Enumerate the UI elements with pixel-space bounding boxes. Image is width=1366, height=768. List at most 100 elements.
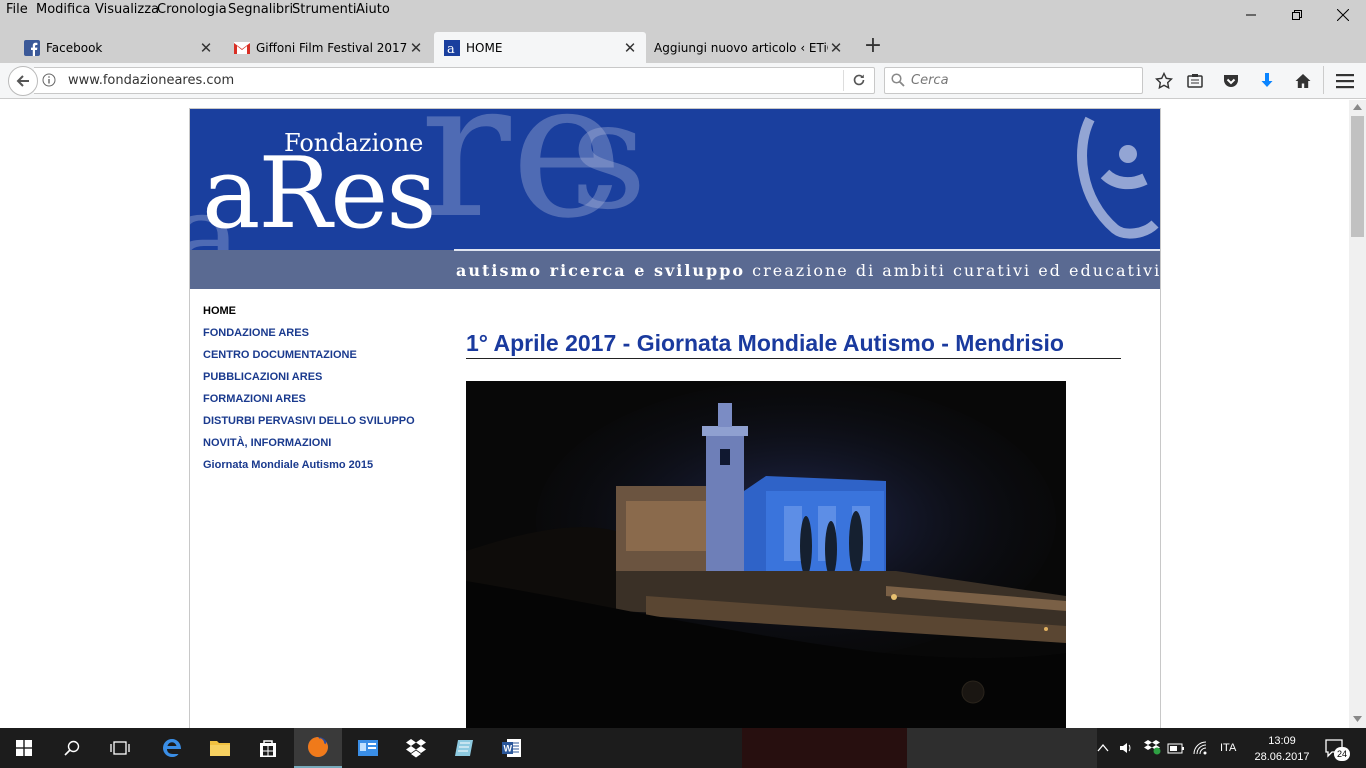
- word-icon: W: [502, 739, 521, 757]
- clock-date: 28.06.2017: [1254, 751, 1310, 763]
- nav-item-pubblicazioni-ares[interactable]: PUBBLICAZIONI ARES: [203, 369, 443, 391]
- menu-aiuto[interactable]: Aiuto: [356, 2, 390, 17]
- menu-strumenti[interactable]: Strumenti: [292, 2, 357, 17]
- restore-icon: [1292, 10, 1302, 20]
- edge-icon: [163, 739, 181, 757]
- home-button[interactable]: [1292, 70, 1314, 92]
- start-button[interactable]: [0, 728, 48, 768]
- reload-icon[interactable]: [852, 73, 866, 87]
- battery-icon[interactable]: [1167, 741, 1185, 755]
- banner-bg-letters: s: [570, 109, 647, 243]
- taskbar-store[interactable]: [244, 728, 292, 768]
- dropbox-tray-icon[interactable]: [1143, 739, 1161, 755]
- tray-chevron-up-icon[interactable]: [1097, 743, 1109, 753]
- taskbar-word[interactable]: W: [488, 728, 536, 768]
- notes-icon: [455, 740, 473, 756]
- nav-item-novita-informazioni[interactable]: NOVITÀ, INFORMAZIONI: [203, 435, 443, 457]
- svg-text:a: a: [447, 42, 455, 56]
- taskbar-app-blue[interactable]: [344, 728, 392, 768]
- windows-logo-icon: [16, 740, 32, 756]
- taskbar-firefox[interactable]: [294, 728, 342, 768]
- site-banner[interactable]: re s a Fondazione aRes autismo ricerca e…: [190, 109, 1160, 289]
- nav-item-fondazione-ares[interactable]: FONDAZIONE ARES: [203, 325, 443, 347]
- wifi-icon[interactable]: [1192, 740, 1208, 756]
- pocket-icon: [1224, 75, 1238, 87]
- bookmarks-library-button[interactable]: [1184, 70, 1206, 92]
- menu-visualizza[interactable]: Visualizza: [95, 2, 159, 17]
- tab-close-icon[interactable]: ✕: [408, 39, 424, 57]
- notification-count: 24: [1334, 747, 1350, 761]
- pocket-button[interactable]: [1220, 70, 1242, 92]
- tab-label: Aggiungi nuovo articolo ‹ ETiCin: [654, 40, 828, 55]
- taskbar-app-notes[interactable]: [440, 728, 488, 768]
- menu-bar: File Modifica Visualizza Cronologia Segn…: [0, 0, 1366, 30]
- toolbar-divider: [1323, 66, 1324, 94]
- url-text[interactable]: www.fondazioneares.com: [68, 73, 234, 88]
- taskbar-wallpaper-peek: [742, 728, 907, 768]
- tab-aggiungi-articolo[interactable]: Aggiungi nuovo articolo ‹ ETiCin ✕: [646, 32, 852, 63]
- tab-facebook[interactable]: Facebook ✕: [0, 32, 222, 63]
- logo-ares: aRes: [202, 137, 437, 251]
- tab-close-icon[interactable]: ✕: [622, 39, 638, 57]
- menu-modifica[interactable]: Modifica: [36, 2, 90, 17]
- svg-text:W: W: [504, 744, 513, 754]
- close-window-button[interactable]: [1320, 0, 1366, 30]
- info-icon[interactable]: [42, 73, 56, 87]
- nav-item-home[interactable]: HOME: [203, 303, 443, 325]
- taskbar-clock[interactable]: 13:09 28.06.2017: [1252, 733, 1312, 765]
- contact-card-icon: [358, 740, 378, 756]
- search-icon: [64, 740, 80, 756]
- hamburger-icon: [1336, 74, 1354, 89]
- scroll-down-icon[interactable]: [1353, 716, 1362, 722]
- tab-label: Facebook: [46, 40, 103, 55]
- facebook-icon: [24, 39, 40, 56]
- nav-item-centro-documentazione[interactable]: CENTRO DOCUMENTAZIONE: [203, 347, 443, 369]
- church-night-image: [466, 381, 1066, 728]
- tagline-rest: creazione di ambiti curativi ed educativ…: [745, 261, 1160, 280]
- menu-hamburger-button[interactable]: [1334, 70, 1356, 92]
- downloads-button[interactable]: [1256, 70, 1278, 92]
- scroll-up-icon[interactable]: [1353, 104, 1362, 110]
- gmail-icon: [234, 41, 250, 54]
- back-button[interactable]: [8, 66, 38, 96]
- tab-close-icon[interactable]: ✕: [828, 39, 844, 57]
- site-sidebar-nav: HOME FONDAZIONE ARES CENTRO DOCUMENTAZIO…: [203, 303, 443, 479]
- url-divider: [843, 70, 844, 91]
- tab-home[interactable]: a HOME ✕: [434, 32, 646, 63]
- new-tab-button[interactable]: +: [860, 32, 886, 60]
- minimize-button[interactable]: [1228, 0, 1274, 30]
- nav-item-formazioni-ares[interactable]: FORMAZIONI ARES: [203, 391, 443, 413]
- scrollbar-thumb[interactable]: [1351, 116, 1364, 237]
- bookmark-star-button[interactable]: [1153, 70, 1175, 92]
- volume-icon[interactable]: [1118, 740, 1134, 756]
- church-photo: [466, 381, 1066, 728]
- ares-icon: a: [444, 39, 460, 56]
- menu-segnalibri[interactable]: Segnalibri: [228, 2, 293, 17]
- search-icon: [891, 73, 905, 87]
- input-language[interactable]: ITA: [1220, 742, 1236, 754]
- clock-time: 13:09: [1268, 735, 1296, 747]
- page-title: 1° Aprile 2017 - Giornata Mondiale Autis…: [466, 330, 1121, 359]
- action-center-button[interactable]: 24: [1322, 736, 1352, 762]
- taskbar-dropbox[interactable]: [392, 728, 440, 768]
- taskbar-edge[interactable]: [148, 728, 196, 768]
- tagline-bold: autismo ricerca e sviluppo: [456, 261, 746, 280]
- minimize-icon: [1246, 14, 1256, 16]
- nav-item-giornata-mondiale-2015[interactable]: Giornata Mondiale Autismo 2015: [203, 457, 443, 479]
- task-view-button[interactable]: [96, 728, 144, 768]
- restore-button[interactable]: [1274, 0, 1320, 30]
- tab-strip: Facebook ✕ Giffoni Film Festival 2017 - …: [0, 30, 1366, 63]
- menu-cronologia[interactable]: Cronologia: [157, 2, 227, 17]
- task-view-icon: [110, 741, 130, 755]
- taskbar-file-explorer[interactable]: [196, 728, 244, 768]
- menu-file[interactable]: File: [6, 2, 28, 17]
- home-icon: [1295, 74, 1311, 88]
- nav-item-disturbi-pervasivi[interactable]: DISTURBI PERVASIVI DELLO SVILUPPO: [203, 413, 443, 435]
- taskbar-wallpaper-peek: [907, 728, 1097, 768]
- tab-giffoni[interactable]: Giffoni Film Festival 2017 - U ✕: [210, 32, 432, 63]
- taskbar-search-button[interactable]: [48, 728, 96, 768]
- tab-label: Giffoni Film Festival 2017 - U: [256, 40, 408, 55]
- banner-figure-icon: [1077, 116, 1159, 239]
- download-arrow-icon: [1261, 73, 1273, 87]
- back-arrow-icon: [16, 75, 29, 87]
